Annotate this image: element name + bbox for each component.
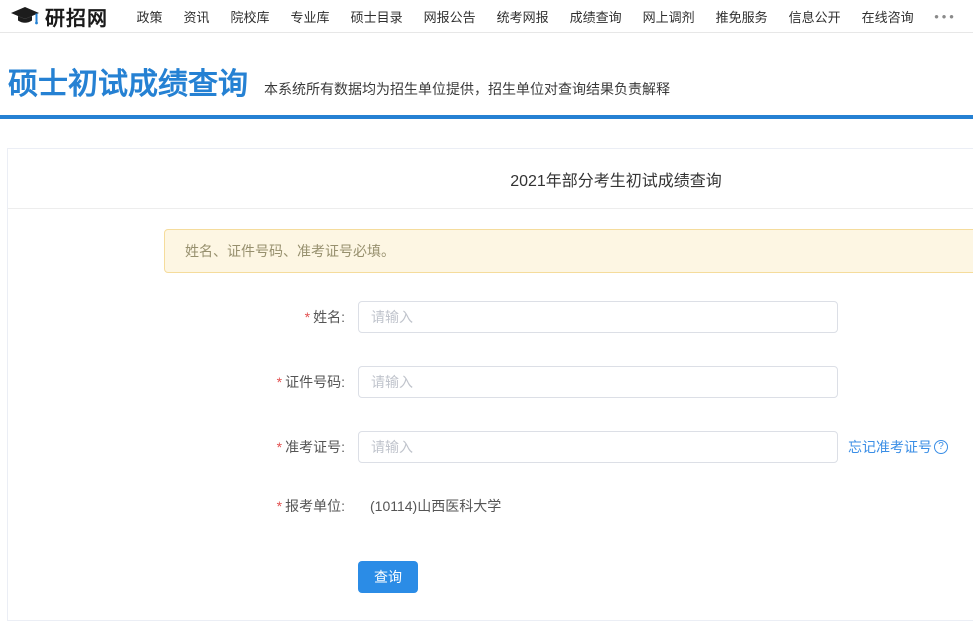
target-unit-field-row: *报考单位: (10114)山西医科大学: [8, 496, 973, 516]
nav-item-news[interactable]: 资讯: [173, 7, 220, 26]
site-logo[interactable]: 研招网: [10, 2, 108, 31]
forgot-admission-ticket-link[interactable]: 忘记准考证号?: [848, 437, 948, 457]
query-card-title: 2021年部分考生初试成绩查询: [510, 167, 722, 191]
required-mark: *: [277, 439, 282, 455]
target-unit-value: (10114)山西医科大学: [358, 496, 501, 516]
page-subtitle: 本系统所有数据均为招生单位提供，招生单位对查询结果负责解释: [264, 81, 670, 97]
required-mark: *: [277, 498, 282, 514]
site-logo-text: 研招网: [45, 2, 108, 31]
target-unit-field-label: *报考单位:: [8, 496, 358, 516]
nav-item-online-consult[interactable]: 在线咨询: [851, 7, 924, 26]
admission-ticket-input[interactable]: [358, 431, 838, 463]
graduation-cap-icon: [10, 4, 40, 28]
required-fields-alert-text: 姓名、证件号码、准考证号必填。: [185, 241, 395, 261]
nav-item-online-adjustment[interactable]: 网上调剂: [632, 7, 705, 26]
page-header: 硕士初试成绩查询本系统所有数据均为招生单位提供，招生单位对查询结果负责解释: [0, 33, 973, 119]
query-card: 2021年部分考生初试成绩查询 姓名、证件号码、准考证号必填。 *姓名: *证件…: [7, 148, 973, 621]
required-mark: *: [305, 309, 310, 325]
nav-item-major-library[interactable]: 专业库: [280, 7, 340, 26]
required-fields-alert: 姓名、证件号码、准考证号必填。: [164, 229, 973, 273]
admission-ticket-field-label: *准考证号:: [8, 437, 358, 457]
nav-item-exemption-service[interactable]: 推免服务: [705, 7, 778, 26]
nav-item-college-library[interactable]: 院校库: [220, 7, 280, 26]
nav-item-policy[interactable]: 政策: [126, 7, 173, 26]
name-field-row: *姓名:: [8, 301, 973, 333]
nav-more-icon[interactable]: •••: [934, 9, 957, 24]
name-input[interactable]: [358, 301, 838, 333]
name-field-label: *姓名:: [8, 307, 358, 327]
id-number-field-label: *证件号码:: [8, 372, 358, 392]
nav-item-info-disclosure[interactable]: 信息公开: [778, 7, 851, 26]
top-navbar: 研招网 政策 资讯 院校库 专业库 硕士目录 网报公告 统考网报 成绩查询 网上…: [0, 0, 973, 33]
id-number-input[interactable]: [358, 366, 838, 398]
query-submit-button[interactable]: 查询: [358, 561, 418, 593]
required-mark: *: [277, 374, 282, 390]
id-number-field-row: *证件号码:: [8, 366, 973, 398]
query-card-header: 2021年部分考生初试成绩查询: [8, 149, 973, 209]
nav-item-unified-exam-registration[interactable]: 统考网报: [486, 7, 559, 26]
page-title: 硕士初试成绩查询: [8, 68, 248, 101]
forgot-admission-ticket-link-text: 忘记准考证号: [848, 437, 932, 457]
nav-item-score-query[interactable]: 成绩查询: [559, 7, 632, 26]
nav-menu: 政策 资讯 院校库 专业库 硕士目录 网报公告 统考网报 成绩查询 网上调剂 推…: [126, 7, 924, 26]
nav-item-online-announcement[interactable]: 网报公告: [413, 7, 486, 26]
nav-item-master-catalog[interactable]: 硕士目录: [340, 7, 413, 26]
question-circle-icon: ?: [934, 440, 948, 454]
admission-ticket-field-row: *准考证号: 忘记准考证号?: [8, 431, 973, 463]
query-form: *姓名: *证件号码: *准考证号: 忘记准考证号? *报考单位: (10114…: [8, 301, 973, 593]
